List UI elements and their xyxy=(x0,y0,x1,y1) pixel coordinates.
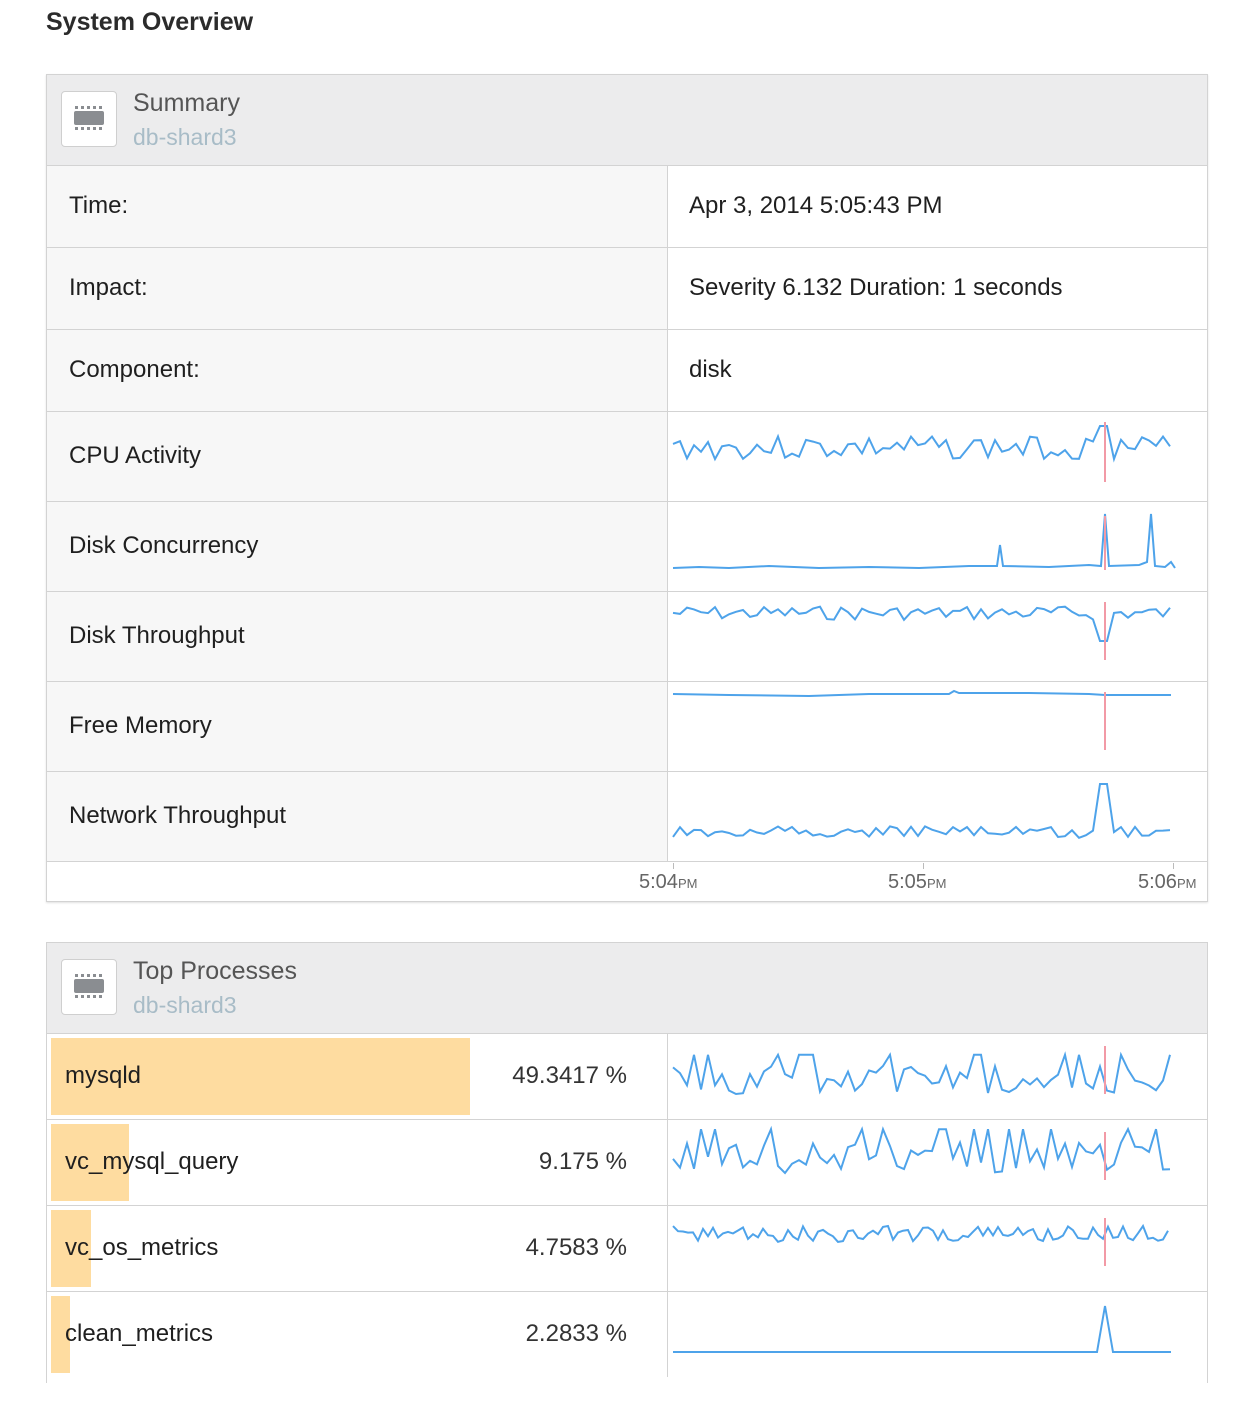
impact-label: Impact: xyxy=(69,274,148,301)
page-title: System Overview xyxy=(46,8,254,36)
metric-row-disk-concurrency: Disk Concurrency xyxy=(47,502,1207,592)
tick-label-506: 5:06PM xyxy=(1138,871,1197,893)
processes-title: Top Processes xyxy=(133,957,297,985)
disk-concurrency-sparkline[interactable] xyxy=(669,502,1207,591)
component-value: disk xyxy=(689,356,732,383)
host-chip-icon xyxy=(61,959,117,1015)
process-name: clean_metrics xyxy=(65,1320,214,1347)
metric-row-cpu-activity: CPU Activity xyxy=(47,412,1207,502)
metric-label-network-throughput: Network Throughput xyxy=(69,802,287,829)
host-chip-icon xyxy=(61,91,117,147)
summary-host-link[interactable]: db-shard3 xyxy=(133,124,237,151)
network-throughput-sparkline[interactable] xyxy=(669,772,1207,861)
process-name: vc_mysql_query xyxy=(65,1148,239,1175)
time-row: Time: Apr 3, 2014 5:05:43 PM xyxy=(47,166,1207,248)
component-label: Component: xyxy=(69,356,200,383)
metric-row-disk-throughput: Disk Throughput xyxy=(47,592,1207,682)
process-row[interactable]: mysqld 49.3417 % xyxy=(47,1034,1207,1120)
process-sparkline[interactable] xyxy=(669,1034,1207,1119)
metric-row-network-throughput: Network Throughput xyxy=(47,772,1207,862)
disk-throughput-sparkline[interactable] xyxy=(669,592,1207,681)
summary-title: Summary xyxy=(133,89,240,117)
tick-label-505: 5:05PM xyxy=(888,871,947,893)
process-percent: 9.175 % xyxy=(538,1148,627,1175)
cpu-activity-sparkline[interactable] xyxy=(669,412,1207,501)
free-memory-sparkline[interactable] xyxy=(669,682,1207,771)
process-row[interactable]: vc_mysql_query 9.175 % xyxy=(47,1120,1207,1206)
impact-row: Impact: Severity 6.132 Duration: 1 secon… xyxy=(47,248,1207,330)
processes-header: Top Processes db-shard3 xyxy=(47,943,1207,1034)
metric-label-cpu-activity: CPU Activity xyxy=(69,442,202,469)
metric-label-free-memory: Free Memory xyxy=(69,712,212,739)
tick-label-504: 5:04PM xyxy=(639,871,698,893)
processes-host-link[interactable]: db-shard3 xyxy=(133,992,237,1019)
time-value: Apr 3, 2014 5:05:43 PM xyxy=(689,192,943,219)
process-percent: 2.2833 % xyxy=(525,1320,627,1347)
time-axis: 5:04PM 5:05PM 5:06PM xyxy=(47,863,1207,901)
top-processes-panel: Top Processes db-shard3 mysqld 49.3417 %… xyxy=(46,942,1208,1383)
process-percent: 4.7583 % xyxy=(525,1234,627,1261)
process-sparkline[interactable] xyxy=(669,1292,1207,1377)
component-row: Component: disk xyxy=(47,330,1207,412)
metric-label-disk-throughput: Disk Throughput xyxy=(69,622,245,649)
time-label: Time: xyxy=(69,192,129,219)
process-percent: 49.3417 % xyxy=(512,1062,627,1089)
process-sparkline[interactable] xyxy=(669,1120,1207,1205)
impact-value: Severity 6.132 Duration: 1 seconds xyxy=(689,274,1063,301)
metric-row-free-memory: Free Memory xyxy=(47,682,1207,772)
summary-header: Summary db-shard3 xyxy=(47,75,1207,166)
summary-panel: Summary db-shard3 Time: Apr 3, 2014 5:05… xyxy=(46,74,1208,902)
metric-label-disk-concurrency: Disk Concurrency xyxy=(69,532,259,559)
process-row[interactable]: clean_metrics 2.2833 % xyxy=(47,1292,1207,1377)
process-name: vc_os_metrics xyxy=(65,1234,219,1261)
process-row[interactable]: vc_os_metrics 4.7583 % xyxy=(47,1206,1207,1292)
process-sparkline[interactable] xyxy=(669,1206,1207,1291)
process-name: mysqld xyxy=(65,1062,142,1089)
